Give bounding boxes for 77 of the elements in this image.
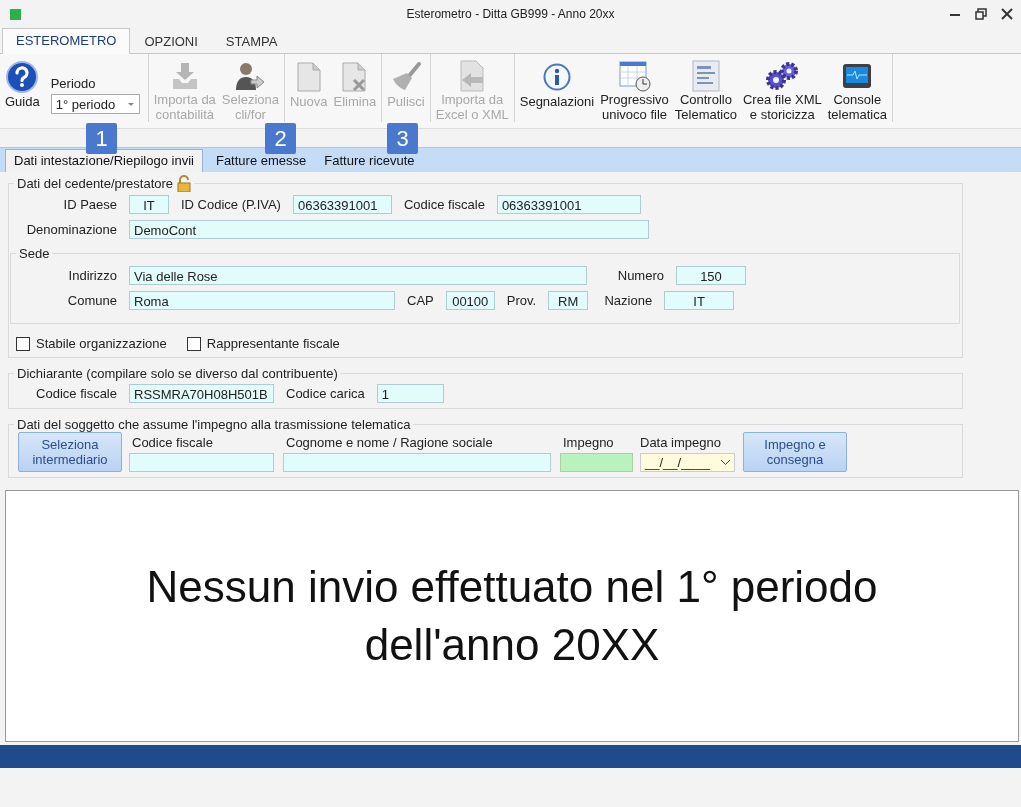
toolbar-button[interactable]: Guida: [4, 60, 41, 122]
step-badge: 1: [86, 123, 117, 154]
tray-download-icon: [170, 61, 199, 91]
section-title: Dichiarante (compilare solo se diverso dal contribuente): [17, 366, 338, 381]
field-label: Denominazione: [25, 222, 117, 237]
field-label: Impegno: [562, 435, 615, 450]
toolbar-button[interactable]: Console telematica: [826, 60, 888, 122]
field-label: CAP: [407, 293, 434, 308]
field-label: Codice fiscale: [403, 197, 485, 212]
person-arrow-icon: [235, 61, 266, 91]
document-icon: [296, 62, 321, 92]
input-field[interactable]: IT: [129, 195, 169, 214]
section-title: Sede: [19, 246, 50, 261]
toolbar-button[interactable]: Controllo Telematico: [673, 60, 738, 122]
checkbox[interactable]: [186, 336, 201, 351]
input-field[interactable]: 00100: [445, 291, 495, 310]
field-label: Cognome e nome / Ragione sociale: [285, 435, 494, 450]
input-field[interactable]: [283, 453, 551, 472]
field-label: ID Paese: [62, 197, 117, 212]
field-label: Indirizzo: [67, 268, 117, 283]
checkbox[interactable]: [16, 336, 30, 351]
input-field[interactable]: RSSMRA70H08H501B: [129, 384, 274, 403]
window-title: Esterometro - Ditta GB999 - Anno 20xx: [406, 7, 615, 21]
caret-icon: [127, 102, 134, 106]
field-label: Codice fiscale: [35, 386, 117, 401]
commit-button[interactable]: Impegno e consegna: [743, 432, 847, 472]
field-label: Comune: [66, 293, 117, 308]
section-title: Dati del soggetto che assume l'impegno alla trasmissione telematica: [17, 417, 411, 432]
monitor-icon: [842, 63, 873, 89]
padlock-icon: [177, 175, 192, 192]
form-document-icon: [691, 60, 720, 92]
help-icon: [6, 61, 39, 93]
ribbon-tab[interactable]: ESTEROMETRO: [2, 28, 131, 54]
field-label: Data impegno: [640, 435, 722, 450]
close-icon[interactable]: [1001, 8, 1013, 20]
ribbon-tab[interactable]: OPZIONI: [130, 29, 212, 54]
date-field[interactable]: __/__/____: [640, 453, 735, 472]
app-icon: [10, 8, 21, 20]
field-label: Codice fiscale: [131, 435, 214, 450]
step-badge: 2: [265, 123, 296, 154]
checkbox-label: Stabile organizzazione: [36, 336, 167, 351]
info-icon: [542, 63, 571, 91]
input-field[interactable]: [129, 453, 274, 472]
input-field[interactable]: Via delle Rose: [129, 266, 587, 285]
empty-message: Nessun invio effettuato nel 1° periodo dell'anno 20XX: [146, 561, 878, 671]
field-label: Prov.: [506, 293, 537, 308]
field-label: Codice carica: [286, 386, 365, 401]
broom-icon: [390, 62, 421, 92]
field-label: Numero: [616, 268, 664, 283]
form-tab[interactable]: Dati intestazione/Riepilogo invii: [5, 149, 203, 172]
field-label: Nazione: [603, 293, 653, 308]
ribbon-tab[interactable]: STAMPA: [211, 29, 292, 54]
checkbox-label: Rappresentante fiscale: [206, 336, 340, 351]
select-intermediary-button[interactable]: Seleziona intermediario: [18, 432, 122, 472]
toolbar-button[interactable]: Progressivo univoco file: [599, 60, 670, 122]
input-field[interactable]: 150: [676, 266, 746, 285]
document-import-icon: [458, 60, 487, 92]
input-field[interactable]: IT: [664, 291, 735, 310]
section-title: Dati del cedente/prestatore: [17, 176, 174, 191]
period-label: Periodo: [50, 76, 97, 91]
input-field[interactable]: 1: [376, 384, 444, 403]
toolbar-button[interactable]: Crea file XML e storicizza: [741, 60, 823, 122]
calendar-clock-icon: [618, 60, 651, 92]
document-delete-icon: [341, 62, 368, 92]
step-badge: 3: [387, 123, 418, 154]
input-field[interactable]: 06363391001: [292, 195, 392, 214]
gears-icon: [765, 61, 800, 91]
input-field[interactable]: DemoCont: [129, 220, 649, 239]
restore-icon[interactable]: [975, 8, 987, 20]
chevron-down-icon: [720, 459, 731, 466]
field-label: ID Codice (P.IVA): [181, 197, 281, 212]
input-field[interactable]: RM: [548, 291, 589, 310]
input-field[interactable]: [560, 453, 633, 472]
input-field[interactable]: Roma: [129, 291, 395, 310]
toolbar-button[interactable]: Segnalazioni: [518, 60, 596, 122]
input-field[interactable]: 06363391001: [496, 195, 641, 214]
period-dropdown[interactable]: 1° periodo: [50, 94, 140, 114]
